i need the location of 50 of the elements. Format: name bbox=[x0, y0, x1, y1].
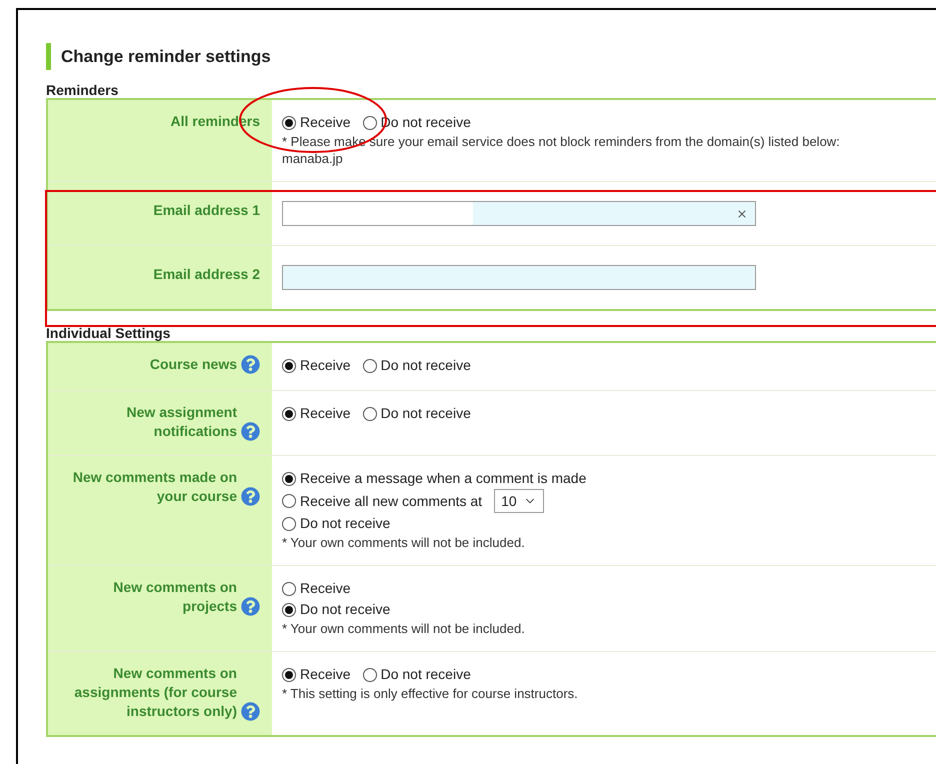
option-label: Receive bbox=[300, 665, 351, 684]
radio-button[interactable] bbox=[362, 406, 377, 420]
setting-label: New assignment notifications bbox=[126, 403, 237, 441]
setting-label: New comments on projects bbox=[112, 578, 237, 616]
note-text: manaba.jp bbox=[282, 150, 344, 167]
section-heading: Reminders bbox=[46, 82, 120, 98]
radio-button[interactable] bbox=[282, 602, 296, 616]
radio-button[interactable] bbox=[362, 358, 377, 372]
radio-button[interactable] bbox=[282, 516, 296, 530]
radio-button[interactable] bbox=[282, 472, 296, 486]
help-icon[interactable] bbox=[241, 422, 260, 441]
setting-label: New comments on assignments (for course instructors only) bbox=[73, 664, 237, 721]
option-label: Receive bbox=[300, 356, 351, 375]
option-label: Receive bbox=[300, 404, 351, 423]
setting-label: Course news bbox=[150, 355, 237, 374]
option-label: Do not receive bbox=[300, 600, 390, 619]
setting-label: Email address 2 bbox=[153, 265, 260, 284]
note-text: * Your own comments will not be included. bbox=[282, 534, 526, 551]
radio-button[interactable] bbox=[282, 668, 296, 682]
note-text: * Please make sure your email service does not block reminders from the domain(s) listed below: bbox=[282, 133, 841, 150]
radio-button[interactable] bbox=[282, 358, 296, 372]
email-input-field[interactable] bbox=[282, 265, 756, 290]
note-text: * This setting is only effective for course instructors. bbox=[282, 685, 579, 702]
option-label: Do not receive bbox=[380, 356, 471, 375]
count-dropdown[interactable]: 10 bbox=[494, 489, 544, 513]
heading-accent-bar bbox=[46, 43, 51, 70]
radio-button[interactable] bbox=[282, 116, 296, 130]
help-icon[interactable] bbox=[241, 597, 260, 616]
section-heading: Individual Settings bbox=[46, 325, 172, 341]
help-icon[interactable] bbox=[241, 355, 260, 374]
radio-button[interactable] bbox=[362, 668, 377, 682]
option-label: Receive all new comments at bbox=[300, 492, 482, 510]
radio-button[interactable] bbox=[282, 406, 296, 420]
option-label: Receive a message when a comment is made bbox=[300, 469, 586, 488]
setting-label: Email address 1 bbox=[153, 201, 260, 220]
option-label: Receive bbox=[300, 113, 351, 132]
option-label: Receive bbox=[300, 579, 351, 598]
help-icon[interactable] bbox=[241, 487, 260, 506]
option-label: Do not receive bbox=[380, 404, 471, 423]
radio-button[interactable] bbox=[362, 116, 377, 130]
page-title: Change reminder settings bbox=[61, 46, 271, 68]
clear-icon[interactable] bbox=[736, 208, 748, 220]
setting-label: New comments made on your course bbox=[72, 468, 237, 506]
option-label: Do not receive bbox=[300, 514, 390, 533]
radio-button[interactable] bbox=[282, 582, 296, 596]
radio-button[interactable] bbox=[282, 494, 296, 508]
help-icon[interactable] bbox=[241, 702, 260, 721]
option-label: Do not receive bbox=[380, 665, 471, 684]
note-text: * Your own comments will not be included. bbox=[282, 620, 526, 637]
email-input-field[interactable] bbox=[282, 201, 756, 226]
